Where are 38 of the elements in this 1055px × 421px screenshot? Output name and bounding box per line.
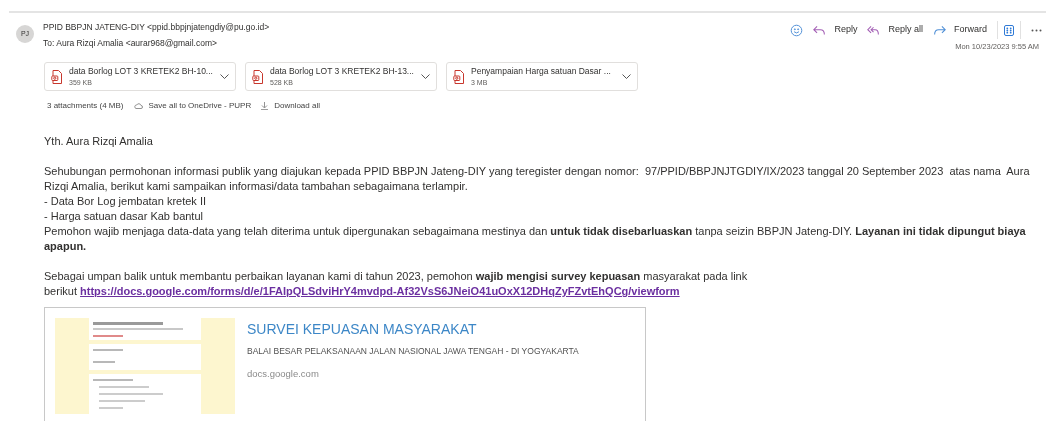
forward-button[interactable]: Forward [933,23,987,37]
reply-icon [813,24,827,36]
attachment-summary: 3 attachments (4 MB) [47,100,124,113]
save-all-button[interactable]: Save all to OneDrive - PUPR [134,100,252,113]
body-text: berikut [44,284,78,300]
download-all-button[interactable]: Download all [261,100,320,113]
emoji-button[interactable] [790,23,804,37]
file-icon [51,69,63,84]
more-icon[interactable] [1031,28,1042,32]
attachment-name: data Borlog LOT 3 KRETEK2 BH-10... [69,65,213,77]
body-text: Pemohon wajib menjaga data-data yang telah diterima untuk dipergunakan sebagaimana mestinya dan untuk tidak disebarluaskan tanpa seizin BBPJN Jateng-DIY. Layanan ini tidak dipungut biaya apapun. [44,224,1027,255]
chevron-down-icon[interactable] [421,73,430,80]
link-preview-card[interactable]: SURVEI KEPUASAN MASYARAKAT BALAI BESAR PELAKSANAAN JALAN NASIONAL JAWA TENGAH - DI YOGYAKARTA docs.google.com [44,307,646,421]
reply-button[interactable]: Reply [813,23,858,37]
body-text: - Data Bor Log jembatan kretek II [44,194,208,210]
sender: PPID BBPJN JATENG-DIY <ppid.bbpjnjatengdiy@pu.go.id> [43,21,270,34]
apps-icon[interactable] [1004,24,1014,36]
body-text: - Harga satuan dasar Kab bantul [44,209,204,225]
chevron-down-icon[interactable] [220,73,229,80]
cloud-icon [134,103,144,110]
file-icon [252,69,264,84]
preview-subtitle: BALAI BESAR PELAKSANAAN JALAN NASIONAL JAWA TENGAH - DI YOGYAKARTA [247,345,579,359]
smiley-icon [790,23,804,37]
body-text: Sehubungan permohonan informasi publik yang diajukan kepada PPID BBPJN Jateng-DIY yang teregister dengan nomor: 97/PPID/BBPJNJTGDIY/IX/2023 tanggal 20 September 2023 atas nama Aura Rizqi Amalia, berikut kami sampaikan informasi/data tambahan sebagaimana terlampir. [44,164,1031,195]
body-text: Sebagai umpan balik untuk membantu perbaikan layanan kami di tahun 2023, pemohon wajib mengisi survey kepuasan masyarakat pada link [44,269,749,285]
attachment-name: Penyampaian Harga satuan Dasar ... [471,65,611,77]
preview-title: SURVEI KEPUASAN MASYARAKAT [247,322,478,338]
download-icon [261,102,269,111]
attachment-name: data Borlog LOT 3 KRETEK2 BH-13... [270,65,414,77]
reply-all-icon [867,24,881,36]
recipient: To: Aura Rizqi Amalia <aurar968@gmail.com> [43,36,218,50]
file-icon [453,69,465,84]
forward-icon [933,24,946,36]
reply-all-button[interactable]: Reply all [867,23,923,37]
preview-domain: docs.google.com [247,367,320,382]
survey-link[interactable]: https://docs.google.com/forms/d/e/1FAIpQLSdviHrY4mvdpd-Af32VsS6JNeiO41uOxX12DHqZyFZvtEhQCg/viewform [80,284,680,300]
chevron-down-icon[interactable] [622,73,631,80]
greeting: Yth. Aura Rizqi Amalia [44,134,154,150]
